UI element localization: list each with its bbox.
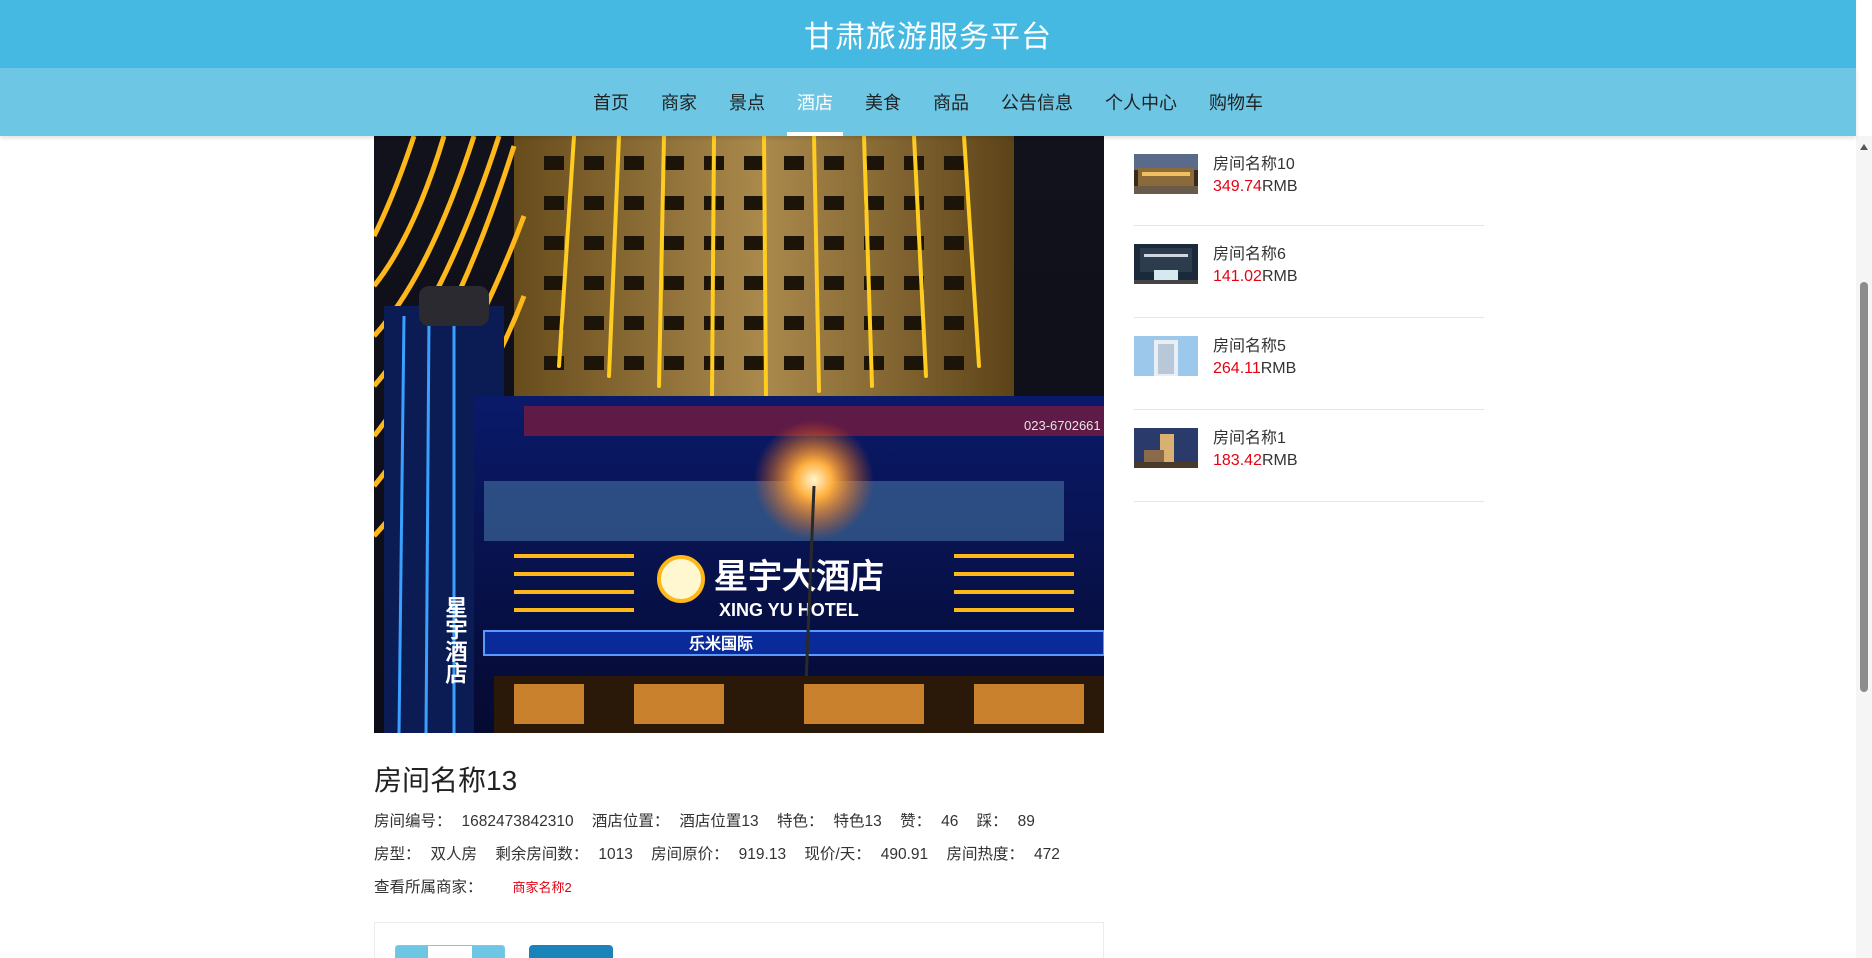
photo-sign-cn: 星宇大酒店: [714, 557, 884, 597]
main-nav: 首页 商家 景点 酒店 美食 商品 公告信息 个人中心 购物车: [0, 68, 1856, 136]
room-detail: 023-6702661 星宇大酒店 XING YU HOTEL 乐米国际 星宇酒…: [374, 136, 1104, 897]
room-name[interactable]: 房间名称10: [1213, 154, 1298, 176]
room-number-label: 房间编号：: [374, 813, 452, 830]
room-thumbnail[interactable]: [1134, 244, 1198, 284]
decrement-button[interactable]: [396, 946, 428, 958]
room-price: 349.74RMB: [1213, 176, 1298, 198]
nav-item-label: 美食: [865, 93, 901, 113]
original-price-value: 919.13: [738, 846, 787, 863]
list-item[interactable]: 房间名称1 183.42RMB: [1134, 410, 1484, 502]
price-unit: RMB: [1260, 360, 1297, 377]
hotel-location-value: 酒店位置13: [679, 813, 759, 830]
nav-item-profile[interactable]: 个人中心: [1089, 68, 1193, 136]
room-number-value: 1682473842310: [461, 813, 574, 830]
room-heat-value: 472: [1033, 846, 1060, 863]
room-price: 183.42RMB: [1213, 450, 1298, 472]
dislikes-value: 89: [1017, 813, 1035, 830]
room-price: 141.02RMB: [1213, 266, 1298, 288]
feature-value: 特色13: [833, 813, 882, 830]
site-title: 甘肃旅游服务平台: [804, 21, 1052, 54]
price-unit: RMB: [1261, 452, 1298, 469]
nav-item-announcements[interactable]: 公告信息: [985, 68, 1089, 136]
price-value: 349.74: [1213, 178, 1262, 195]
nav-item-merchants[interactable]: 商家: [645, 68, 713, 136]
current-price-label: 现价/天：: [804, 846, 871, 863]
feature-label: 特色：: [776, 813, 824, 830]
nav-item-label: 个人中心: [1105, 93, 1177, 113]
booking-panel: [374, 922, 1104, 958]
scroll-up-arrow-icon[interactable]: [1860, 144, 1868, 150]
room-price: 264.11RMB: [1213, 358, 1296, 380]
nav-item-cart[interactable]: 购物车: [1193, 68, 1279, 136]
room-thumbnail[interactable]: [1134, 428, 1198, 468]
photo-banner-text: 乐米国际: [689, 634, 753, 653]
price-value: 141.02: [1213, 268, 1262, 285]
list-item[interactable]: 房间名称10 349.74RMB: [1134, 136, 1484, 226]
nav-item-food[interactable]: 美食: [849, 68, 917, 136]
room-heat-label: 房间热度：: [946, 846, 1024, 863]
room-info-line-2: 房型： 双人房 剩余房间数： 1013 房间原价： 919.13 现价/天： 490.9…: [374, 842, 1104, 864]
book-button[interactable]: [529, 945, 613, 958]
likes-value: 46: [941, 813, 959, 830]
nav-item-hotels[interactable]: 酒店: [781, 68, 849, 136]
hotel-location-label: 酒店位置：: [591, 813, 670, 830]
room-thumbnail[interactable]: [1134, 336, 1198, 376]
nav-item-products[interactable]: 商品: [917, 68, 985, 136]
nav-item-attractions[interactable]: 景点: [713, 68, 781, 136]
list-item[interactable]: 房间名称5 264.11RMB: [1134, 318, 1484, 410]
quantity-input[interactable]: [428, 946, 472, 958]
room-name[interactable]: 房间名称1: [1213, 428, 1298, 450]
room-type-label: 房型：: [374, 846, 421, 863]
nav-item-label: 商家: [661, 93, 697, 113]
increment-button[interactable]: [472, 946, 504, 958]
room-thumbnail[interactable]: [1134, 154, 1198, 194]
quantity-stepper[interactable]: [395, 945, 505, 958]
vertical-scrollbar[interactable]: [1856, 136, 1872, 958]
hotel-photo: 023-6702661 星宇大酒店 XING YU HOTEL 乐米国际 星宇酒…: [374, 136, 1104, 733]
room-title: 房间名称13: [374, 765, 518, 796]
photo-sign-en: XING YU HOTEL: [719, 600, 859, 620]
nav-item-home[interactable]: 首页: [577, 68, 645, 136]
room-info-line-1: 房间编号： 1682473842310 酒店位置： 酒店位置13 特色： 特色13 赞…: [374, 809, 1104, 831]
nav-item-label: 酒店: [797, 93, 833, 113]
nav-item-label: 景点: [729, 93, 765, 113]
original-price-label: 房间原价：: [651, 846, 729, 863]
nav-item-label: 首页: [593, 93, 629, 113]
dislikes-label: 踩：: [976, 813, 1008, 830]
merchant-link[interactable]: 商家名称2: [513, 880, 572, 895]
current-price-value: 490.91: [880, 846, 929, 863]
room-name[interactable]: 房间名称5: [1213, 336, 1296, 358]
merchant-line: 查看所属商家： 商家名称2: [374, 875, 1104, 897]
rooms-left-label: 剩余房间数：: [495, 846, 589, 863]
nav-item-label: 商品: [933, 93, 969, 113]
likes-label: 赞：: [900, 813, 932, 830]
price-unit: RMB: [1261, 268, 1298, 285]
price-value: 264.11: [1213, 360, 1261, 377]
nav-item-label: 公告信息: [1001, 93, 1073, 113]
site-header: 甘肃旅游服务平台: [0, 0, 1856, 68]
recommended-rooms: 房间名称10 349.74RMB 房间名称6 141.02RMB 房间名称5 2…: [1134, 136, 1484, 502]
merchant-label: 查看所属商家：: [374, 879, 483, 896]
rooms-left-value: 1013: [598, 846, 633, 863]
scroll-thumb[interactable]: [1860, 282, 1868, 692]
room-name[interactable]: 房间名称6: [1213, 244, 1298, 266]
price-value: 183.42: [1213, 452, 1262, 469]
price-unit: RMB: [1261, 178, 1298, 195]
photo-side-sign: 星宇酒店: [442, 596, 468, 685]
list-item[interactable]: 房间名称6 141.02RMB: [1134, 226, 1484, 318]
page: 甘肃旅游服务平台 首页 商家 景点 酒店 美食 商品 公告信息 个人中心 购物车: [0, 0, 1872, 958]
photo-phone-text: 023-6702661: [1024, 418, 1101, 433]
nav-item-label: 购物车: [1209, 93, 1263, 113]
room-type-value: 双人房: [430, 846, 478, 863]
